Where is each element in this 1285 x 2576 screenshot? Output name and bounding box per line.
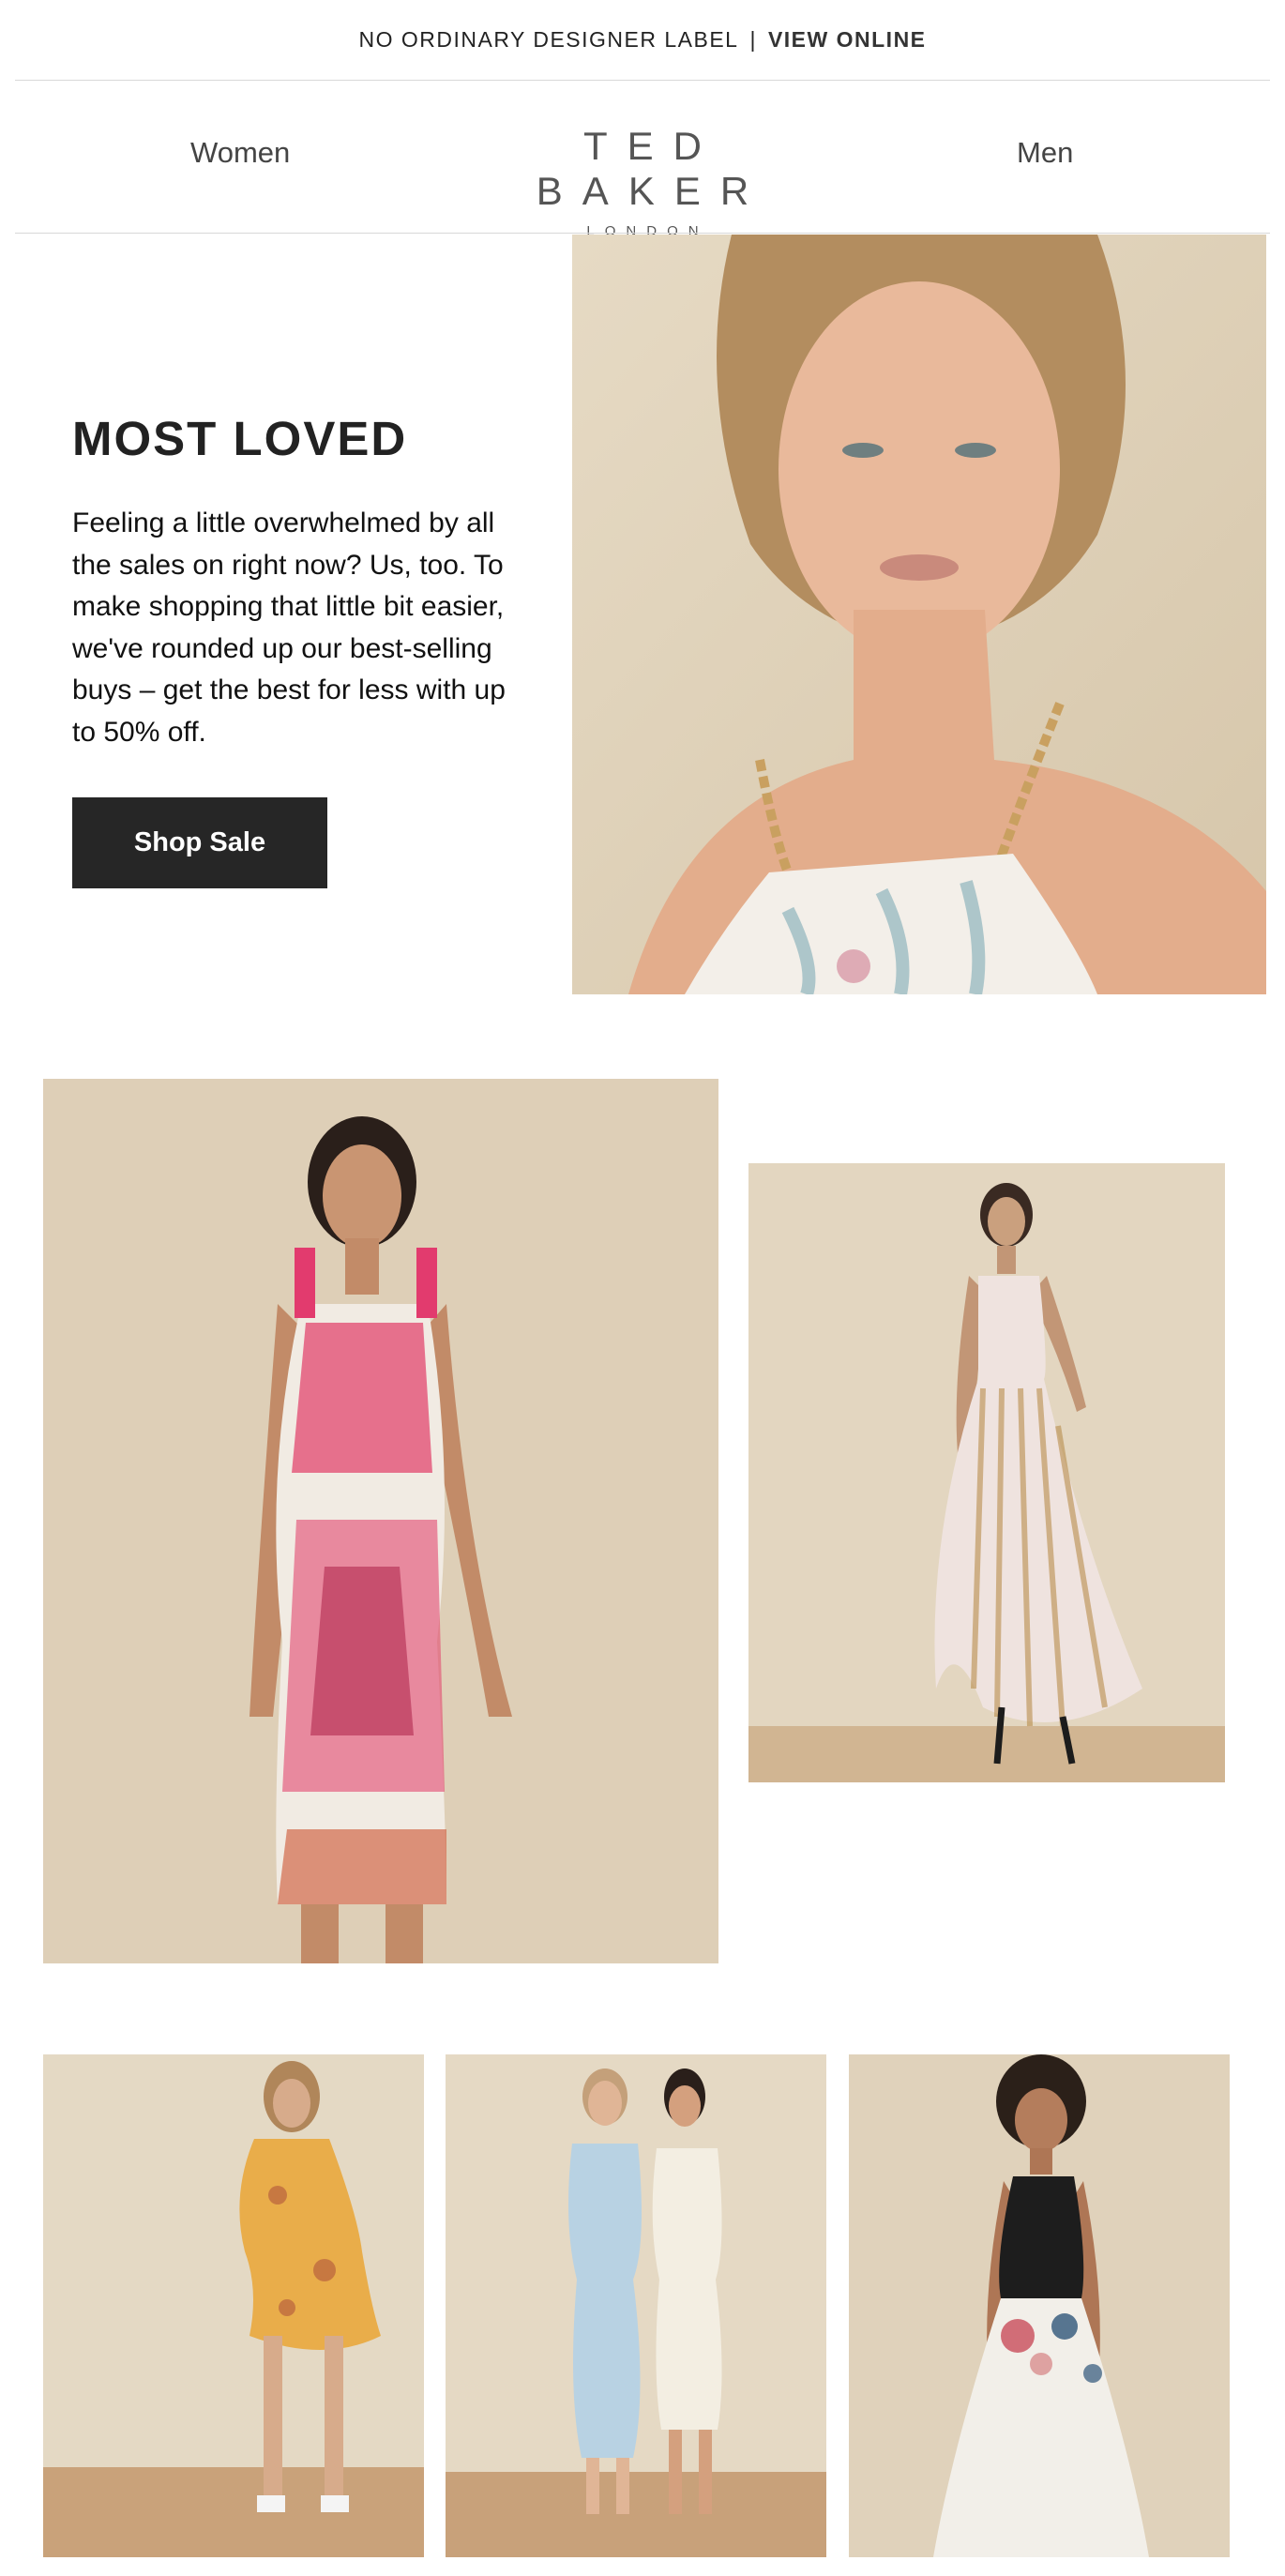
hero-title: MOST LOVED xyxy=(72,412,408,465)
wrap-dresses-image[interactable] xyxy=(446,2054,826,2557)
hero-portrait-image[interactable] xyxy=(572,235,1266,994)
banner-separator: | xyxy=(749,26,757,52)
brand-name: TED BAKER xyxy=(536,124,769,213)
nav-men-link[interactable]: Men xyxy=(1017,136,1073,170)
nav-women-link[interactable]: Women xyxy=(190,136,290,170)
brand-logo[interactable]: TED BAKER LONDON xyxy=(469,124,816,239)
view-online-link[interactable]: VIEW ONLINE xyxy=(768,27,927,53)
pink-floral-dress-image[interactable] xyxy=(43,1079,718,1963)
top-banner: NO ORDINARY DESIGNER LABEL | VIEW ONLINE xyxy=(0,0,1285,79)
header-divider-bottom xyxy=(15,233,1270,234)
black-floral-dress-image[interactable] xyxy=(849,2054,1230,2557)
pleated-maxi-dress-image[interactable] xyxy=(748,1163,1225,1782)
header-divider-top xyxy=(15,80,1270,81)
tagline: NO ORDINARY DESIGNER LABEL xyxy=(358,26,739,52)
yellow-floral-dress-image[interactable] xyxy=(43,2054,424,2557)
hero-copy: Feeling a little overwhelmed by all the … xyxy=(72,508,506,748)
shop-sale-button[interactable]: Shop Sale xyxy=(72,797,327,888)
